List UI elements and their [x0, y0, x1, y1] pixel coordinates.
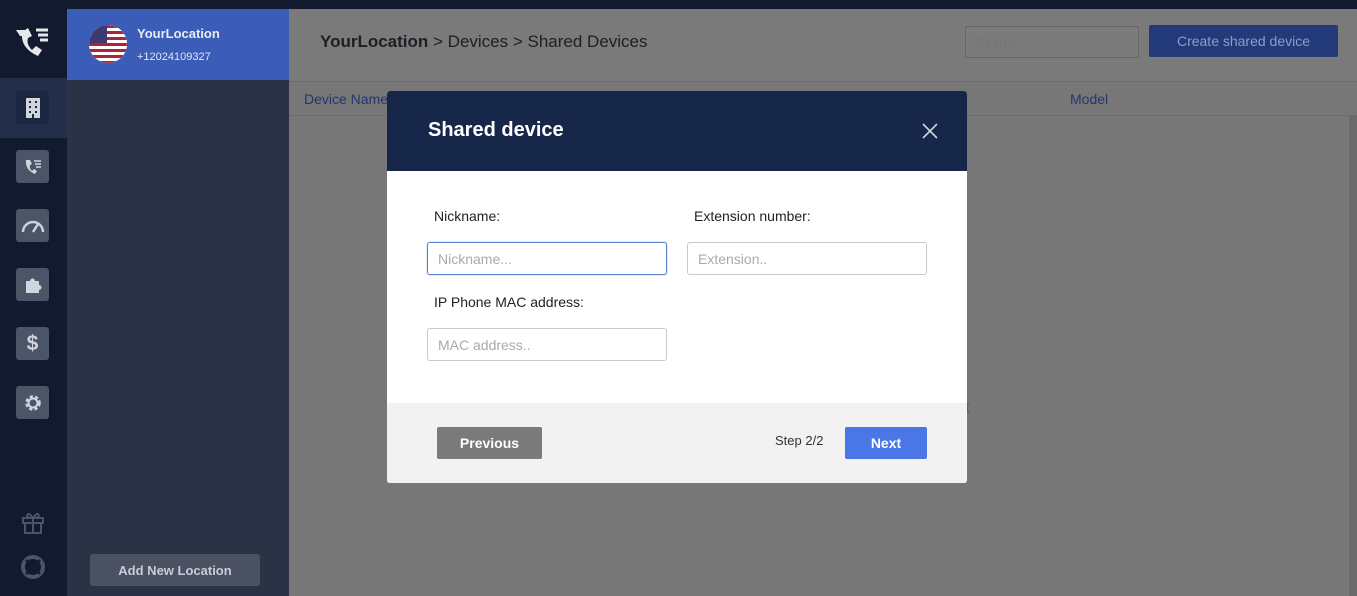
gift-icon: [21, 512, 44, 534]
location-name: YourLocation: [137, 26, 220, 41]
location-sidebar: YourLocation +12024109327 Add New Locati…: [67, 9, 289, 596]
extension-label: Extension number:: [694, 208, 811, 224]
rail-help-button[interactable]: [16, 550, 49, 583]
rail-calls-button[interactable]: [16, 150, 49, 183]
search-input[interactable]: [965, 26, 1139, 58]
rail-settings-button[interactable]: [16, 386, 49, 419]
shared-device-modal: Shared device Nickname: Extension number…: [387, 91, 967, 483]
phone-list-icon: [25, 159, 41, 174]
column-device-name[interactable]: Device Name: [304, 91, 388, 107]
breadcrumb: YourLocation > Devices > Shared Devices: [320, 32, 648, 52]
us-flag-icon: [89, 25, 127, 63]
extension-input[interactable]: [687, 242, 927, 275]
location-phone: +12024109327: [137, 51, 211, 63]
breadcrumb-root[interactable]: YourLocation: [320, 32, 428, 51]
mac-address-input[interactable]: [427, 328, 667, 361]
rail-billing-button[interactable]: $: [16, 327, 49, 360]
nickname-label: Nickname:: [434, 208, 501, 224]
rail-integrations-button[interactable]: [16, 268, 49, 301]
create-shared-device-button[interactable]: Create shared device: [1149, 25, 1338, 57]
building-icon: [25, 97, 40, 118]
modal-title: Shared device: [428, 119, 564, 141]
dollar-icon: $: [26, 331, 39, 355]
page-header: YourLocation > Devices > Shared Devices …: [289, 9, 1357, 81]
rail-dashboard-button[interactable]: [16, 209, 49, 242]
app-logo-icon[interactable]: [12, 22, 52, 62]
close-icon[interactable]: [921, 122, 939, 140]
modal-body: Nickname: Extension number: IP Phone MAC…: [387, 171, 967, 403]
rail-buildings-button[interactable]: [16, 91, 49, 124]
nickname-input[interactable]: [427, 242, 667, 275]
previous-button[interactable]: Previous: [437, 427, 542, 459]
breadcrumb-path: > Devices > Shared Devices: [428, 32, 648, 51]
gear-icon: [24, 394, 41, 411]
next-button[interactable]: Next: [845, 427, 927, 459]
rail-gift-button[interactable]: [16, 505, 49, 538]
add-new-location-button[interactable]: Add New Location: [90, 554, 260, 586]
location-card[interactable]: YourLocation +12024109327: [67, 9, 289, 80]
lifebuoy-icon: [20, 554, 45, 579]
puzzle-icon: [25, 278, 41, 293]
column-model[interactable]: Model: [1070, 91, 1108, 107]
top-strip: [0, 0, 1357, 9]
step-indicator: Step 2/2: [775, 433, 824, 448]
icon-rail: $: [0, 0, 67, 596]
gauge-icon: [21, 220, 44, 233]
mac-address-label: IP Phone MAC address:: [434, 294, 584, 310]
scrollbar[interactable]: [1349, 116, 1357, 596]
modal-footer: Previous Step 2/2 Next: [387, 403, 967, 483]
modal-header: Shared device: [387, 91, 967, 171]
